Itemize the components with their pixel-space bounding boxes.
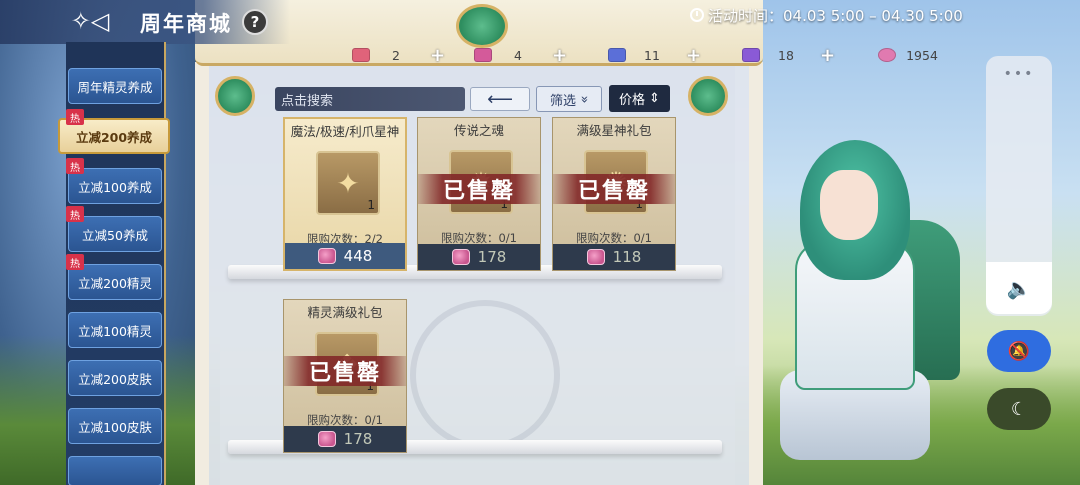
sidebar-item-minus100-spirit[interactable]: 立减100精灵 (68, 312, 162, 348)
sidebar-item-minus100-skin[interactable]: 立减100皮肤 (68, 408, 162, 444)
currency-bar: 2 + 4 + 11 + 18 + 1954 (352, 44, 1007, 66)
sidebar-item-minus200-skin[interactable]: 立减200皮肤 (68, 360, 162, 396)
sidebar-item-label: 周年精灵养成 (77, 79, 153, 95)
filter-label: 筛选 (550, 93, 577, 109)
sidebar-item-label: 立减200精灵 (78, 275, 152, 291)
page-title: 周年商城 (140, 12, 232, 36)
volume-button[interactable]: 🔈 (986, 262, 1052, 314)
price-bar: 178 (418, 244, 540, 270)
night-mode-button[interactable]: ☾ (987, 388, 1051, 430)
product-card[interactable]: 传说之魂 ✹ 1 已售罄 限购次数：0/1 178 (417, 117, 541, 271)
ticket-purple-icon (742, 48, 760, 62)
hot-badge: 热 (66, 109, 84, 125)
shelf-emblem-watermark (410, 300, 560, 450)
hot-badge: 热 (66, 158, 84, 174)
help-button[interactable]: ? (242, 9, 268, 35)
search-placeholder: 点击搜索 (281, 93, 334, 109)
price-bar: 118 (553, 244, 675, 270)
currency-ticket-red: 2 + (352, 44, 474, 66)
sidebar-item-label: 立减50养成 (82, 227, 148, 243)
gem-icon (317, 431, 336, 447)
product-title: 精灵满级礼包 (307, 305, 383, 320)
add-currency-button[interactable]: + (430, 45, 445, 66)
bell-off-icon: 🔕 (1007, 340, 1031, 362)
clear-search-button[interactable]: ⟵ (470, 87, 530, 111)
currency-value: 2 (392, 47, 400, 63)
currency-value: 4 (514, 47, 522, 63)
sidebar-item-label: 立减100精灵 (78, 323, 152, 339)
chevron-double-down-icon: » (576, 95, 592, 103)
clover-ornament-left-icon (215, 76, 255, 116)
currency-value: 11 (644, 47, 660, 63)
sidebar-item-more[interactable] (68, 456, 162, 485)
buy-button[interactable]: 448 (285, 243, 405, 269)
product-item-image: ✦ 1 (316, 151, 380, 215)
back-button[interactable]: ✧◁ (62, 4, 118, 38)
price-bar: 178 (284, 426, 406, 452)
gem-icon (586, 249, 605, 265)
gem-icon (451, 249, 470, 265)
product-card[interactable]: 精灵满级礼包 ❖ 1 已售罄 限购次数：0/1 178 (283, 299, 407, 453)
gem-icon (878, 48, 896, 62)
filter-button[interactable]: 筛选 » (536, 86, 602, 112)
product-qty: 1 (367, 198, 375, 212)
sidebar-item-label: 立减200养成 (75, 129, 153, 145)
sidebar-item-label: 立减200皮肤 (78, 371, 152, 387)
price-sort-button[interactable]: 价格 ⇕ (609, 85, 670, 112)
ticket-blue-icon (608, 48, 626, 62)
product-title: 传说之魂 (453, 123, 504, 138)
hot-badge: 热 (66, 254, 84, 270)
character-illustration (760, 140, 970, 470)
moon-icon: ☾ (1010, 398, 1028, 420)
search-input[interactable]: 点击搜索 (275, 87, 465, 111)
product-price: 178 (477, 248, 507, 266)
product-price: 178 (343, 430, 373, 448)
product-price: 448 (343, 247, 373, 265)
currency-ticket-blue: 11 + (608, 44, 742, 66)
product-card[interactable]: 满级星神礼包 ✺ 1 已售罄 限购次数：0/1 118 (552, 117, 676, 271)
clover-ornament-top-icon (456, 4, 508, 48)
add-currency-button[interactable]: + (552, 45, 567, 66)
hot-badge: 热 (66, 206, 84, 222)
currency-gem: 1954 (878, 44, 988, 66)
currency-ticket-purple: 18 + (742, 44, 878, 66)
sidebar-item-label: 立减100养成 (78, 179, 152, 195)
character-face (820, 170, 878, 240)
back-ornament-icon: ✧◁ (70, 7, 110, 35)
product-price: 118 (612, 248, 642, 266)
product-card[interactable]: 魔法/极速/利爪星神 ✦ 1 限购次数：2/2 448 (283, 117, 407, 271)
event-time-label: 活动时间：04.03 5:00 – 04.30 5:00 (708, 6, 963, 25)
title-bar: ✧◁ 周年商城 ? (0, 0, 290, 44)
speaker-icon: 🔈 (1006, 276, 1032, 300)
price-sort-label: 价格 (619, 93, 646, 108)
sold-out-banner: 已售罄 (553, 174, 675, 204)
product-title: 魔法/极速/利爪星神 (290, 124, 400, 139)
mute-notifications-button[interactable]: 🔕 (987, 330, 1051, 372)
currency-value: 1954 (906, 47, 938, 63)
currency-value: 18 (778, 47, 794, 63)
sidebar-item-anniversary-spirit[interactable]: 周年精灵养成 (68, 68, 162, 104)
clock-icon (690, 8, 704, 22)
sort-arrows-icon: ⇕ (649, 91, 660, 106)
arrow-left-icon: ⟵ (487, 88, 513, 110)
sidebar-item-label: 立减100皮肤 (78, 419, 152, 435)
ticket-pink-icon (474, 48, 492, 62)
currency-ticket-pink: 4 + (474, 44, 608, 66)
gem-icon (317, 248, 336, 264)
add-currency-button[interactable]: + (820, 45, 835, 66)
ticket-red-icon (352, 48, 370, 62)
sold-out-banner: 已售罄 (418, 174, 540, 204)
more-dots-icon[interactable]: ••• (986, 66, 1052, 82)
event-time: 活动时间：04.03 5:00 – 04.30 5:00 (690, 4, 963, 26)
sold-out-banner: 已售罄 (284, 356, 406, 386)
add-currency-button[interactable]: + (686, 45, 701, 66)
product-title: 满级星神礼包 (576, 123, 652, 138)
clover-ornament-right-icon (688, 76, 728, 116)
